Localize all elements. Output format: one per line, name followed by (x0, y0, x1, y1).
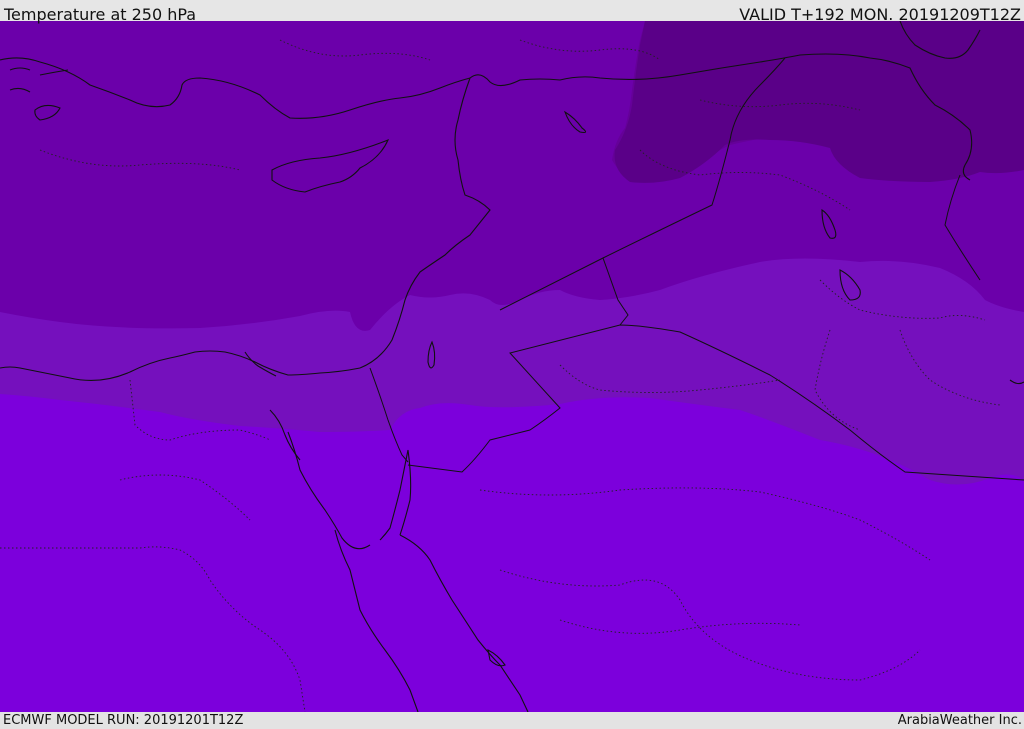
footer-bar: ECMWF MODEL RUN: 20191201T12Z ArabiaWeat… (0, 712, 1024, 729)
map-canvas (0, 21, 1024, 712)
model-run: ECMWF MODEL RUN: 20191201T12Z (3, 713, 244, 728)
credit-text: ArabiaWeather Inc. (897, 713, 1022, 728)
header-bar: Temperature at 250 hPa VALID T+192 MON. … (0, 0, 1024, 24)
valid-time: VALID T+192 MON. 20191209T12Z (739, 5, 1021, 24)
map-title: Temperature at 250 hPa (4, 5, 197, 24)
weather-map[interactable] (0, 21, 1024, 712)
